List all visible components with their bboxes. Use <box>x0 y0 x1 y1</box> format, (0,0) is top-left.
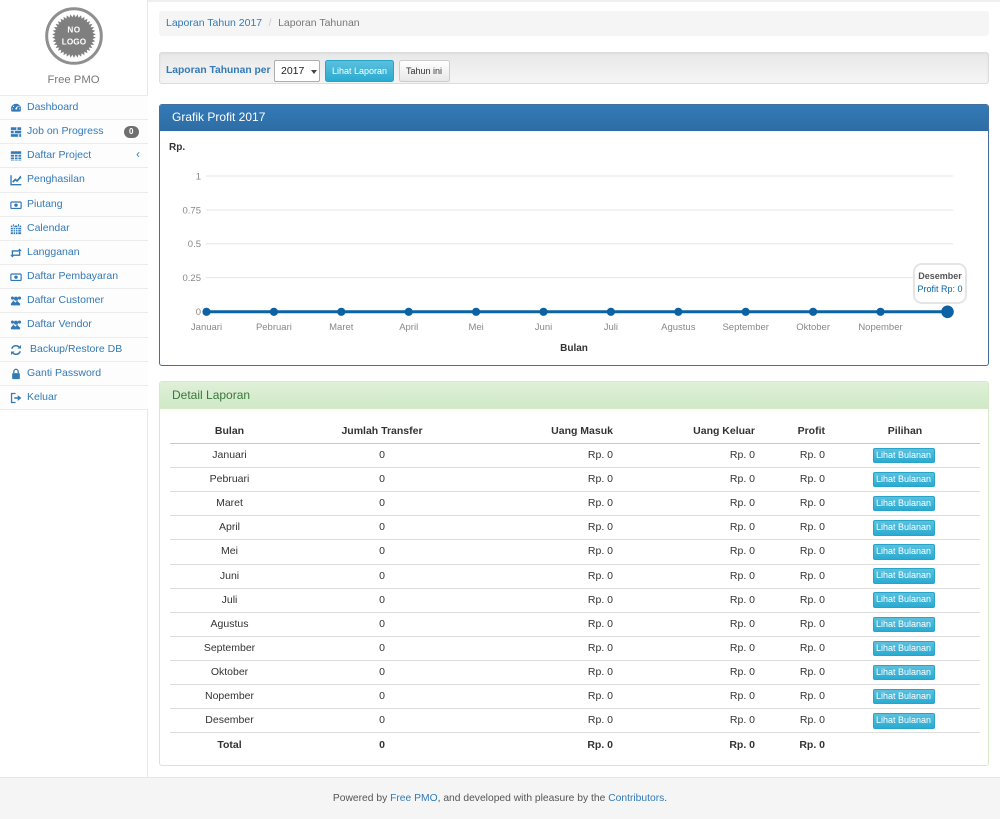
svg-text:0.75: 0.75 <box>183 205 202 216</box>
svg-text:Oktober: Oktober <box>796 322 830 333</box>
svg-text:September: September <box>722 322 768 333</box>
svg-text:Maret: Maret <box>329 322 354 333</box>
svg-text:0: 0 <box>196 307 201 318</box>
svg-text:April: April <box>399 322 418 333</box>
svg-text:Agustus: Agustus <box>661 322 696 333</box>
svg-text:0.5: 0.5 <box>188 239 201 250</box>
svg-text:Pebruari: Pebruari <box>256 322 292 333</box>
svg-text:Bulan: Bulan <box>560 343 588 354</box>
svg-text:Juli: Juli <box>604 322 618 333</box>
svg-text:NO: NO <box>67 26 80 35</box>
svg-text:LOGO: LOGO <box>62 38 87 47</box>
svg-text:Nopember: Nopember <box>858 322 902 333</box>
svg-text:1: 1 <box>196 171 201 182</box>
svg-text:0.25: 0.25 <box>183 273 202 284</box>
svg-text:Januari: Januari <box>191 322 222 333</box>
svg-text:Mei: Mei <box>468 322 483 333</box>
svg-text:Juni: Juni <box>535 322 552 333</box>
